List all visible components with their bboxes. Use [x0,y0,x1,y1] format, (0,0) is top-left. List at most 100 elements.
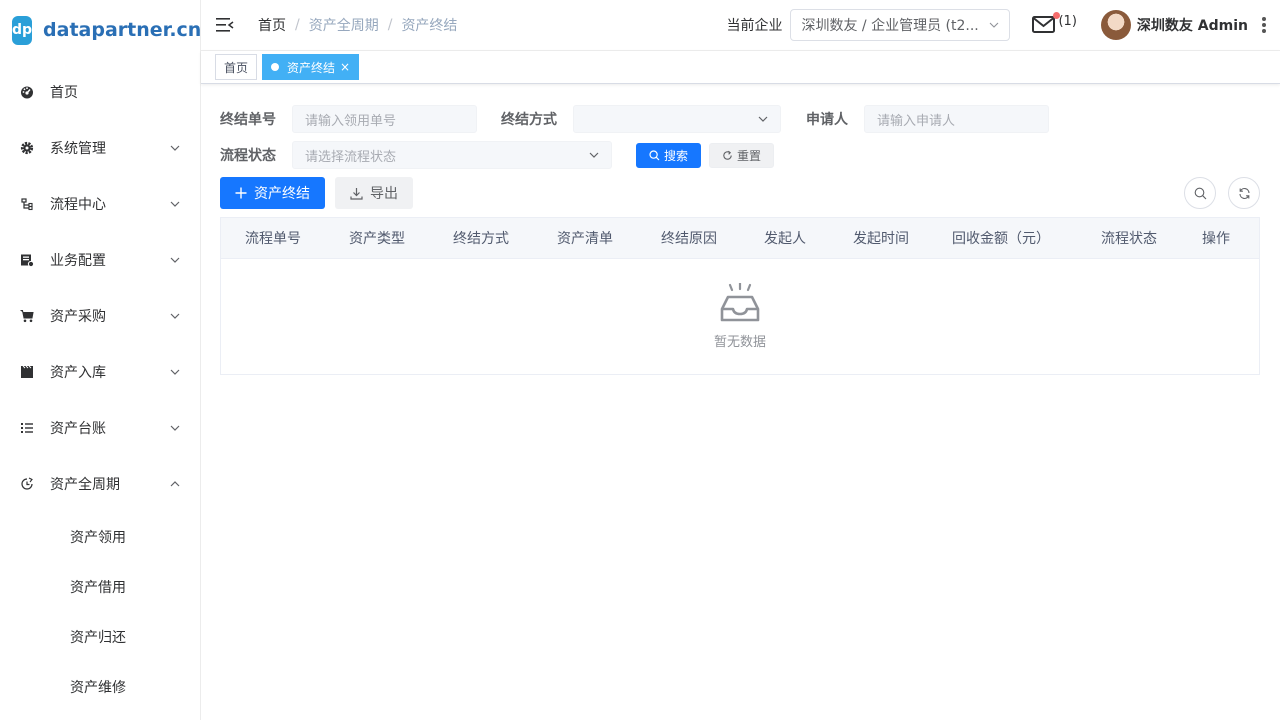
end-method-select[interactable] [573,105,781,133]
sidebar-item-inbound[interactable]: 资产入库 [0,344,200,400]
avatar [1100,10,1131,40]
close-icon[interactable]: × [340,60,350,74]
main-content: 终结单号 请输入领用单号 终结方式 申请人 请输入申请人 流程状态 请选择流程状… [220,84,1260,375]
search-button-label: 搜索 [664,148,689,163]
cart-icon [20,309,34,323]
sidebar-item-ledger[interactable]: 资产台账 [0,400,200,456]
sidebar-item-flow[interactable]: 流程中心 [0,176,200,232]
config-icon [20,253,34,267]
sidebar-item-label: 流程中心 [50,197,106,213]
more-vertical-icon[interactable] [1258,15,1270,35]
mail-button[interactable]: (1) [1032,12,1077,34]
cycle-icon [20,477,34,491]
breadcrumb-item-home[interactable]: 首页 [258,15,286,35]
top-header: 首页 / 资产全周期 / 资产终结 当前企业 深圳数友 / 企业管理员 (t2.… [201,0,1280,51]
empty-state: 暂无数据 [221,259,1259,374]
submenu-item-borrow[interactable]: 资产借用 [0,562,200,612]
chevron-down-icon [170,423,180,433]
mail-icon [1032,16,1056,34]
company-select[interactable]: 深圳数友 / 企业管理员 (t2... [790,9,1011,41]
refresh-icon [722,150,733,161]
search-icon [1194,187,1207,200]
sidebar-item-lifecycle[interactable]: 资产全周期 [0,456,200,512]
logo[interactable]: dp datapartner.cn [0,0,200,60]
refresh-table-button[interactable] [1228,177,1260,209]
sidebar-item-business-config[interactable]: 业务配置 [0,232,200,288]
user-name: 深圳数友 Admin [1136,18,1248,34]
applicant-label: 申请人 [806,112,848,128]
download-icon [350,187,363,200]
sidebar-item-purchase[interactable]: 资产采购 [0,288,200,344]
export-button-label: 导出 [370,186,398,202]
sidebar-item-label: 资产采购 [50,309,106,325]
sidebar-item-system[interactable]: 系统管理 [0,120,200,176]
toolbar: 资产终结 导出 [220,177,1260,209]
chevron-down-icon [589,152,599,158]
end-no-label: 终结单号 [220,112,276,128]
company-label: 当前企业 [726,18,783,34]
column-header: 终结方式 [453,231,509,247]
empty-inbox-icon [718,283,762,323]
user-menu[interactable]: 深圳数友 Admin [1100,10,1248,40]
refresh-icon [1238,187,1251,200]
tag-label: 首页 [224,60,249,75]
breadcrumb-separator: / [295,17,300,33]
hamburger-icon[interactable] [216,17,236,33]
empty-text: 暂无数据 [713,335,766,350]
clapper-icon [20,365,34,379]
breadcrumb-separator: / [387,17,393,33]
chevron-down-icon [170,367,180,377]
sidebar-menu: 首页 系统管理 流程中心 业务配置 资产采购 资产入库 资产台账 资产全周期 资… [0,64,200,712]
chevron-down-icon [170,255,180,265]
breadcrumb-item-lifecycle: 资产全周期 [308,18,379,34]
search-icon [649,149,660,161]
column-header: 终结原因 [661,231,717,247]
end-no-placeholder: 请输入领用单号 [305,113,397,129]
chevron-down-icon [170,143,180,153]
end-no-input[interactable]: 请输入领用单号 [292,105,477,133]
mail-count: (1) [1058,13,1077,29]
column-header: 发起人 [764,231,806,247]
status-placeholder: 请选择流程状态 [305,149,397,165]
column-header: 资产类型 [349,231,405,247]
logo-text: datapartner.cn [43,19,201,41]
table-tools [1172,177,1260,209]
search-button[interactable]: 搜索 [636,142,702,168]
applicant-input[interactable]: 请输入申请人 [864,105,1049,133]
data-table: 流程单号 资产类型 终结方式 资产清单 终结原因 发起人 发起时间 回收金额（元… [220,217,1260,375]
dashboard-icon [20,85,34,99]
tags-view: 首页 资产终结 × [201,51,1280,84]
sidebar-item-label: 系统管理 [50,141,106,157]
tag-label: 资产终结 [287,60,336,75]
chevron-down-icon [170,199,180,209]
sidebar-item-label: 资产入库 [50,365,106,381]
company-select-value: 深圳数友 / 企业管理员 (t2... [801,18,979,34]
toggle-search-button[interactable] [1184,177,1216,209]
chevron-down-icon [989,22,999,28]
column-header: 流程单号 [245,231,301,247]
add-button-label: 资产终结 [254,186,310,202]
reset-button[interactable]: 重置 [709,142,775,168]
filter-row-2: 流程状态 请选择流程状态 搜索 重置 [220,137,1260,173]
header-right: 当前企业 深圳数友 / 企业管理员 (t2... (1) 深圳数友 Admin [726,0,1280,51]
sidebar-item-home[interactable]: 首页 [0,64,200,120]
active-dot-icon [271,63,280,71]
add-asset-end-button[interactable]: 资产终结 [220,177,325,209]
column-header: 回收金额（元） [952,231,1050,247]
submenu-item-return[interactable]: 资产归还 [0,612,200,662]
chevron-up-icon [170,479,180,489]
chevron-down-icon [170,311,180,321]
sidebar-item-label: 业务配置 [50,253,106,269]
chevron-down-icon [758,116,768,122]
export-button[interactable]: 导出 [335,177,413,209]
status-select[interactable]: 请选择流程状态 [292,141,612,169]
column-header: 流程状态 [1101,231,1157,247]
breadcrumb-item-current: 资产终结 [401,18,458,34]
tag-home[interactable]: 首页 [215,54,258,80]
logo-badge: dp [12,15,33,45]
submenu-item-repair[interactable]: 资产维修 [0,662,200,712]
column-header: 资产清单 [557,231,613,247]
submenu-item-requisition[interactable]: 资产领用 [0,512,200,562]
tag-asset-end[interactable]: 资产终结 × [262,54,360,80]
reset-button-label: 重置 [737,148,762,163]
